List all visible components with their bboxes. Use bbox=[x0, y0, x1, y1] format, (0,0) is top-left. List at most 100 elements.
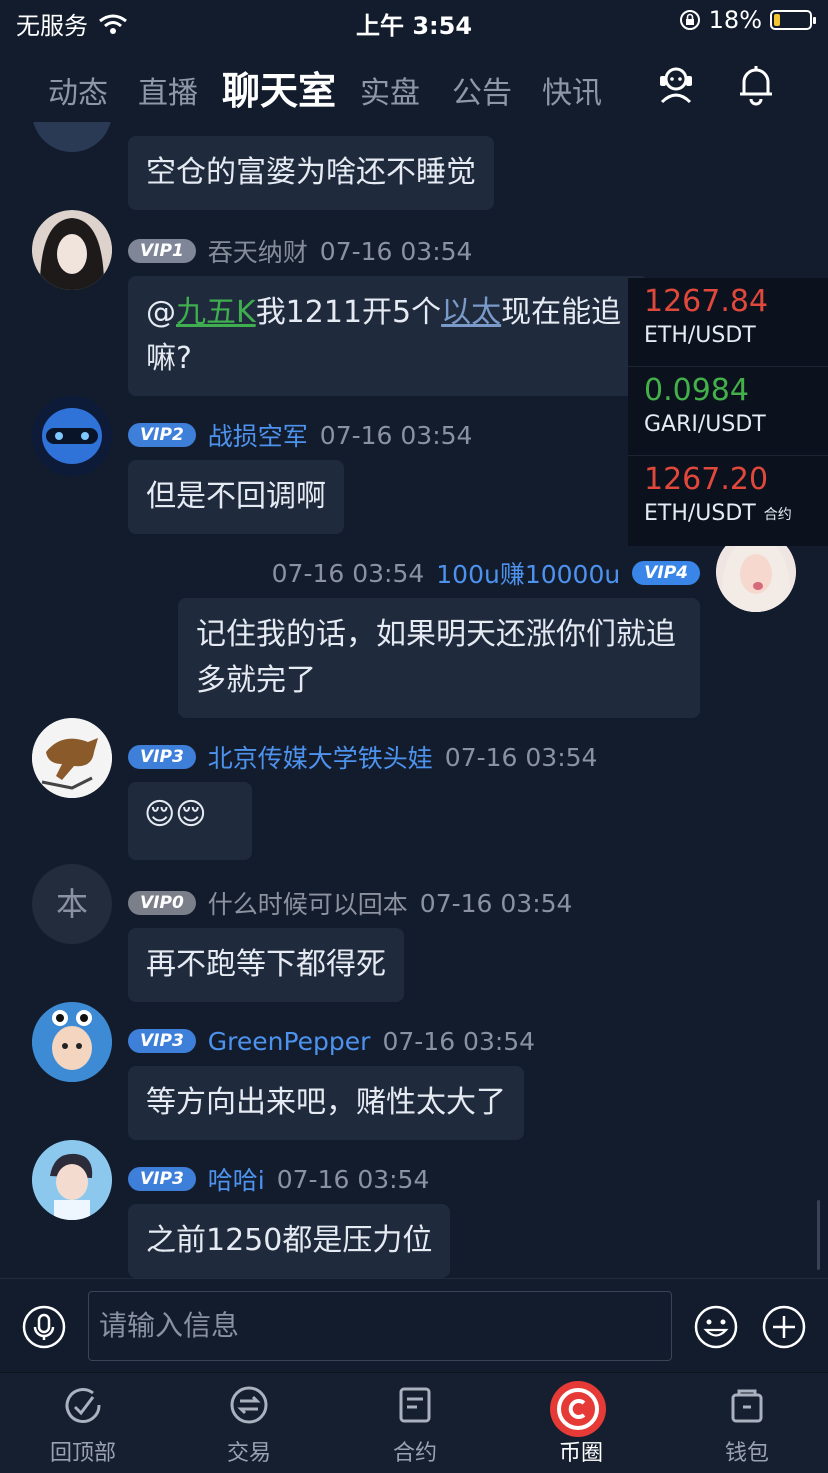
tab-dynamic[interactable]: 动态 bbox=[48, 68, 108, 112]
avatar-image-icon bbox=[32, 1140, 112, 1220]
ticker-pair: ETH/USDT bbox=[644, 323, 756, 348]
message-bubble: 之前1250都是压力位 bbox=[128, 1204, 451, 1278]
avatar-image-icon bbox=[32, 1002, 112, 1082]
tab-announcement[interactable]: 公告 bbox=[452, 68, 512, 112]
price-ticker-panel[interactable]: 1267.84 ETH/USDT 0.0984 GARI/USDT 1267.2… bbox=[628, 278, 828, 546]
message-meta: VIP2 战损空军 07-16 03:54 bbox=[128, 418, 472, 452]
wallet-icon bbox=[731, 1389, 763, 1423]
message-bubble: 但是不回调啊 bbox=[128, 460, 344, 534]
at-sign: @ bbox=[146, 295, 176, 330]
message-bubble: 记住我的话，如果明天还涨你们就追多就完了 bbox=[178, 598, 700, 718]
status-bar: 无服务 上午 3:54 18% bbox=[0, 0, 828, 44]
username[interactable]: GreenPepper bbox=[208, 1027, 371, 1056]
avatar-image-icon bbox=[32, 210, 112, 290]
rotation-lock-icon bbox=[679, 10, 700, 30]
nav-label: 币圈 bbox=[558, 1441, 603, 1466]
timestamp: 07-16 03:54 bbox=[444, 742, 598, 772]
username[interactable]: 什么时候可以回本 bbox=[208, 885, 408, 921]
username[interactable]: 哈哈i bbox=[208, 1161, 265, 1197]
timestamp: 07-16 03:54 bbox=[319, 236, 473, 266]
bell-icon[interactable] bbox=[734, 62, 778, 106]
microphone-icon[interactable] bbox=[22, 1305, 66, 1349]
plus-icon[interactable] bbox=[762, 1305, 806, 1349]
avatar-placeholder[interactable]: 本 bbox=[32, 864, 112, 944]
avatar[interactable] bbox=[32, 396, 112, 476]
vip-badge: VIP2 bbox=[128, 423, 196, 447]
message-bubble: 再不跑等下都得死 bbox=[128, 928, 404, 1002]
ticker-price: 1267.84 bbox=[644, 284, 769, 319]
message-meta: VIP3 GreenPepper 07-16 03:54 bbox=[128, 1024, 535, 1058]
timestamp: 07-16 03:54 bbox=[319, 420, 473, 450]
message-text: 再不跑等下都得死 bbox=[146, 947, 386, 982]
avatar[interactable] bbox=[32, 122, 112, 152]
tab-real-trading[interactable]: 实盘 bbox=[360, 68, 420, 112]
ticker-pair: ETH/USDT 合约 bbox=[644, 501, 828, 526]
top-tabs: 动态 直播 聊天室 实盘 公告 快讯 bbox=[0, 52, 828, 122]
ticker-row[interactable]: 0.0984 GARI/USDT bbox=[628, 367, 828, 456]
nav-coin-circle[interactable]: 币圈 bbox=[498, 1373, 664, 1473]
avatar[interactable] bbox=[32, 210, 112, 290]
nav-back-to-top[interactable]: 回顶部 bbox=[0, 1373, 166, 1473]
username[interactable]: 北京传媒大学铁头娃 bbox=[208, 739, 433, 775]
message-meta: VIP1 吞天纳财 07-16 03:54 bbox=[128, 234, 472, 268]
chat-scrollbar[interactable] bbox=[817, 1200, 820, 1270]
message-input[interactable]: 请输入信息 bbox=[88, 1291, 672, 1361]
battery-percent: 18% bbox=[708, 6, 762, 34]
message-meta: VIP3 哈哈i 07-16 03:54 bbox=[128, 1162, 429, 1196]
message-text: 记住我的话，如果明天还涨你们就追多就完了 bbox=[196, 617, 676, 698]
ticker-row[interactable]: 1267.20 ETH/USDT 合约 bbox=[628, 456, 828, 545]
nav-contract[interactable]: 合约 bbox=[332, 1373, 498, 1473]
avatar[interactable] bbox=[32, 1140, 112, 1220]
message-bubble: 空仓的富婆为啥还不睡觉 bbox=[128, 136, 494, 210]
avatar[interactable] bbox=[32, 1002, 112, 1082]
message-meta: 07-16 03:54 100u赚10000u VIP4 bbox=[272, 556, 700, 590]
username[interactable]: 吞天纳财 bbox=[208, 233, 308, 269]
tab-flash-news[interactable]: 快讯 bbox=[542, 68, 602, 112]
message-text: 我1211开5个 bbox=[255, 295, 442, 330]
vip-badge: VIP3 bbox=[128, 1029, 196, 1053]
message-bubble: @九五K我1211开5个以太现在能追嘛? bbox=[128, 276, 648, 396]
tab-chatroom[interactable]: 聊天室 bbox=[222, 60, 336, 115]
ticker-price: 1267.20 bbox=[644, 462, 769, 497]
back-to-top-icon bbox=[65, 1388, 101, 1423]
message-meta: VIP0 什么时候可以回本 07-16 03:54 bbox=[128, 886, 572, 920]
message-bubble: 😌😌 bbox=[128, 782, 252, 860]
message-text: 但是不回调啊 bbox=[146, 479, 326, 514]
message-text: 等方向出来吧，赌性太大了 bbox=[146, 1085, 506, 1120]
nav-label: 回顶部 bbox=[49, 1441, 116, 1466]
timestamp: 07-16 03:54 bbox=[419, 888, 573, 918]
vip-badge: VIP0 bbox=[128, 891, 196, 915]
username[interactable]: 战损空军 bbox=[208, 417, 308, 453]
contract-tag: 合约 bbox=[763, 507, 792, 523]
avatar[interactable] bbox=[32, 718, 112, 798]
message-text: 之前1250都是压力位 bbox=[146, 1223, 433, 1258]
keyword-link[interactable]: 以太 bbox=[441, 295, 501, 330]
message-input-bar: 请输入信息 bbox=[0, 1278, 828, 1373]
bottom-nav: 回顶部 交易 合约 币圈 钱包 bbox=[0, 1372, 828, 1473]
tab-live[interactable]: 直播 bbox=[138, 68, 198, 112]
message-text: 空仓的富婆为啥还不睡觉 bbox=[146, 155, 476, 190]
nav-label: 交易 bbox=[226, 1441, 271, 1466]
exchange-icon bbox=[230, 1386, 268, 1424]
ticker-pair-label: ETH/USDT bbox=[644, 501, 756, 526]
coin-circle-icon bbox=[550, 1381, 606, 1437]
status-right: 18% bbox=[679, 6, 816, 34]
customer-service-icon[interactable] bbox=[654, 62, 698, 106]
ticker-pair: GARI/USDT bbox=[644, 412, 766, 437]
nav-wallet[interactable]: 钱包 bbox=[664, 1373, 828, 1473]
battery-icon bbox=[770, 10, 816, 30]
message-meta: VIP3 北京传媒大学铁头娃 07-16 03:54 bbox=[128, 740, 597, 774]
vip-badge: VIP1 bbox=[128, 239, 196, 263]
message-bubble: 等方向出来吧，赌性太大了 bbox=[128, 1066, 524, 1140]
ticker-row[interactable]: 1267.84 ETH/USDT bbox=[628, 278, 828, 367]
contract-icon bbox=[399, 1387, 431, 1423]
nav-label: 合约 bbox=[392, 1441, 437, 1466]
nav-trade[interactable]: 交易 bbox=[166, 1373, 332, 1473]
username[interactable]: 100u赚10000u bbox=[436, 555, 620, 591]
timestamp: 07-16 03:54 bbox=[276, 1164, 430, 1194]
mention-link[interactable]: 九五K bbox=[176, 295, 256, 330]
ticker-price: 0.0984 bbox=[644, 373, 749, 408]
nav-label: 钱包 bbox=[724, 1441, 769, 1466]
emoji-icon[interactable] bbox=[694, 1305, 738, 1349]
vip-badge: VIP4 bbox=[632, 561, 700, 585]
